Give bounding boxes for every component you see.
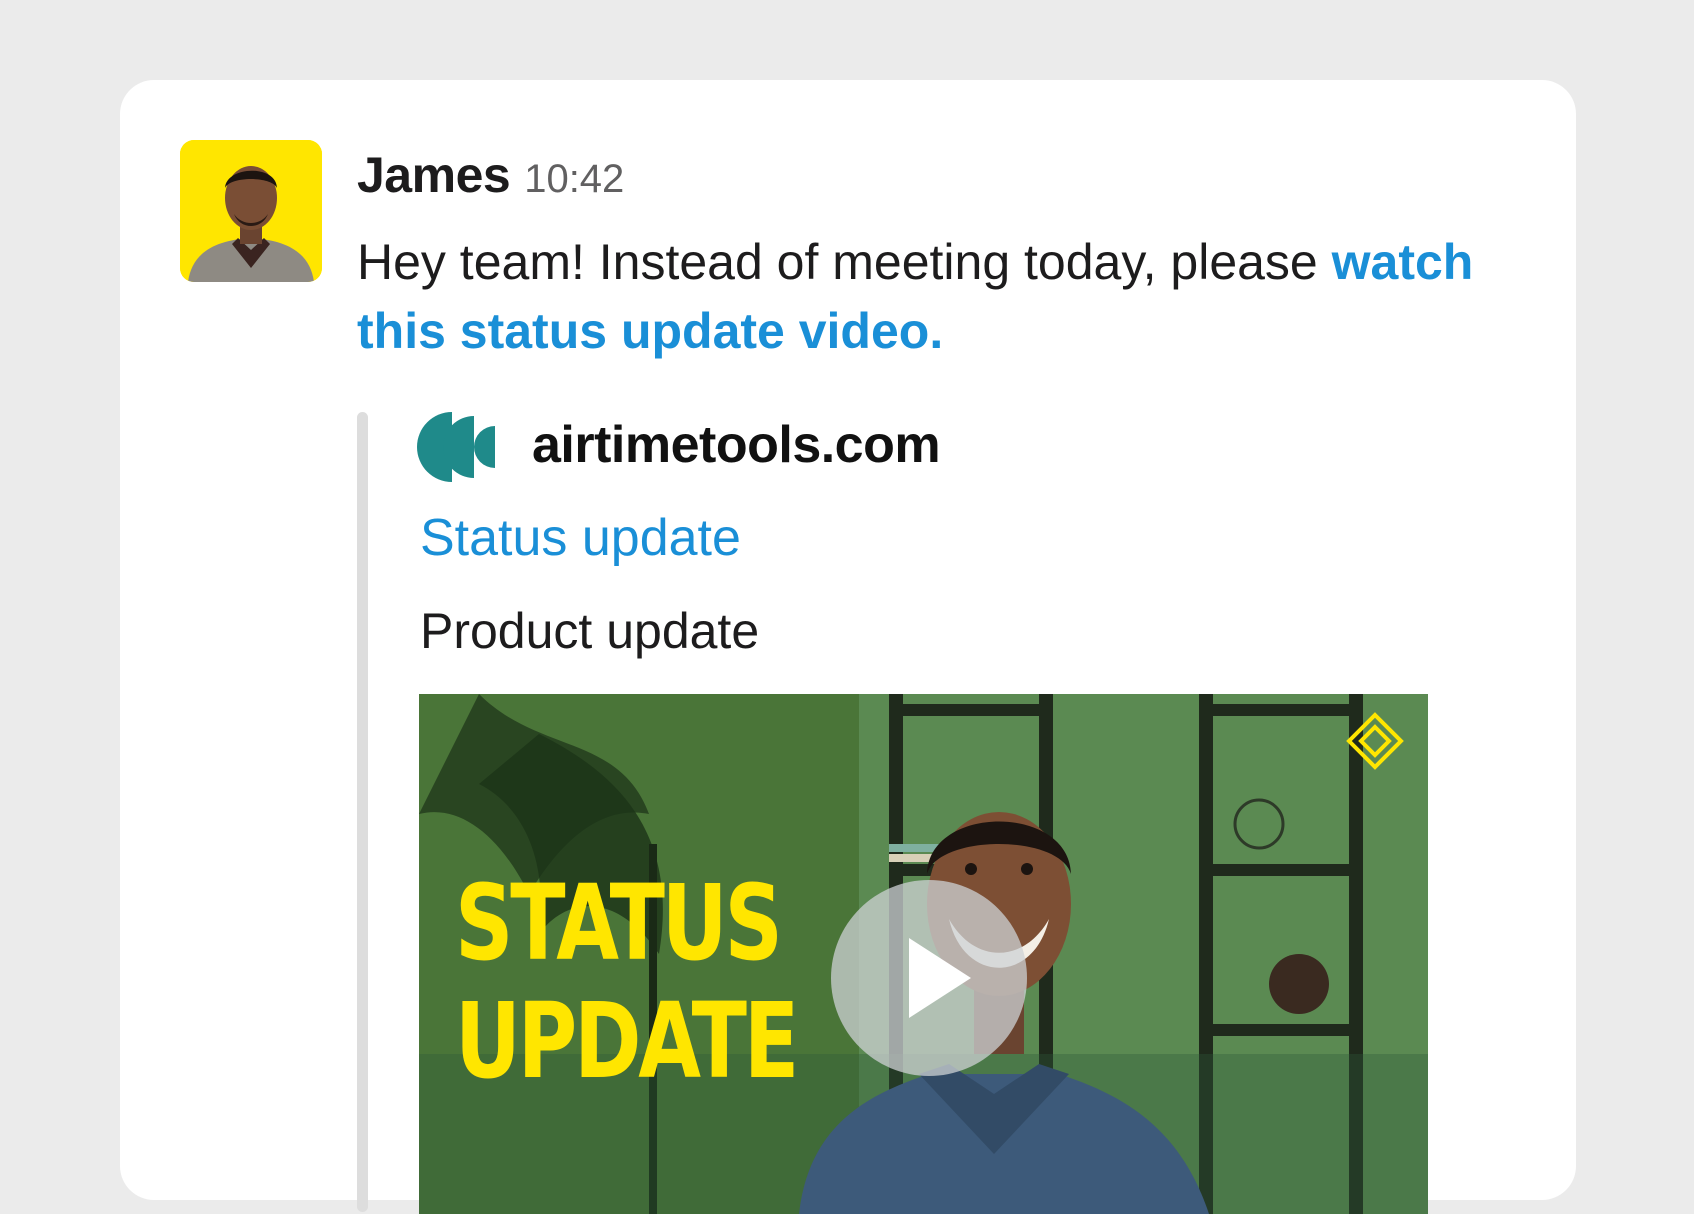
video-overlay-line2: UPDATE xyxy=(455,980,799,1102)
play-icon xyxy=(909,938,971,1018)
avatar[interactable] xyxy=(180,140,322,282)
author-name[interactable]: James xyxy=(357,147,511,203)
play-button[interactable] xyxy=(831,880,1027,1076)
video-thumbnail[interactable]: STATUS UPDATE xyxy=(419,694,1428,1214)
attachment-title-link[interactable]: Status update xyxy=(420,508,741,568)
message-header: James 10:42 xyxy=(357,146,624,204)
video-overlay-line1: STATUS xyxy=(455,862,783,984)
brand-diamond-icon xyxy=(1346,712,1404,775)
attachment-bar xyxy=(357,412,368,1212)
message-text-body: Hey team! Instead of meeting today, plea… xyxy=(357,234,1332,290)
message-timestamp[interactable]: 10:42 xyxy=(524,157,624,201)
site-logo-icon xyxy=(417,412,499,482)
avatar-portrait-icon xyxy=(180,140,322,282)
attachment-description: Product update xyxy=(420,603,760,659)
site-name: airtimetools.com xyxy=(532,416,941,474)
message-card: James 10:42 Hey team! Instead of meeting … xyxy=(120,80,1576,1214)
message-text: Hey team! Instead of meeting today, plea… xyxy=(357,228,1507,366)
video-overlay-text: STATUS UPDATE xyxy=(455,862,799,1102)
